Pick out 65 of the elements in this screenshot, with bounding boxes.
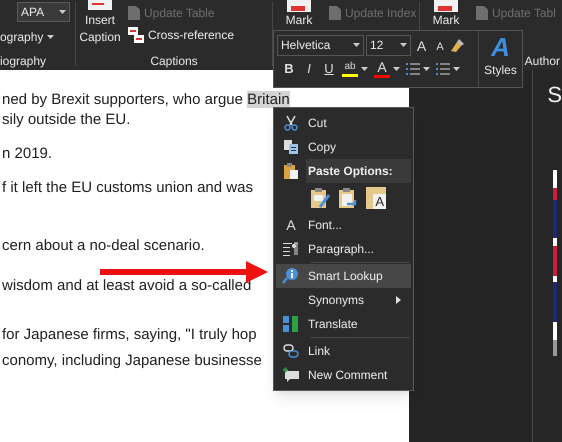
text-line: n 2019. (2, 144, 52, 164)
format-button[interactable]: I (302, 59, 316, 79)
menu-item[interactable]: New Comment (276, 363, 411, 387)
cross-reference-icon (127, 26, 145, 44)
numbering-icon[interactable] (436, 62, 450, 76)
ribbon-command[interactable]: Cross-reference (127, 24, 234, 46)
caret-icon (400, 43, 407, 47)
format-button[interactable]: B (282, 59, 296, 79)
link-icon (283, 343, 299, 359)
group-label: Author (524, 53, 561, 70)
menu-item[interactable]: Synonyms (276, 288, 411, 312)
comment-icon (282, 367, 300, 383)
copy-icon (283, 139, 299, 155)
menu-item[interactable]: A Font... (276, 213, 411, 237)
styles-button[interactable]: A Styles (478, 31, 522, 87)
text-line: f it left the EU customs union and was (2, 178, 253, 198)
menu-item[interactable]: Translate (276, 312, 411, 336)
mark-button[interactable]: Mark (273, 0, 325, 29)
font-field[interactable]: Helvetica (277, 34, 364, 56)
paste-merge-icon[interactable] (338, 187, 358, 209)
group-label: Captions (150, 53, 198, 70)
scissors-icon (283, 115, 299, 131)
style-dropdown[interactable]: APA (17, 2, 70, 22)
caption-icon (86, 0, 114, 10)
menu-item[interactable]: Copy (276, 135, 411, 159)
submenu-arrow-icon (396, 296, 401, 304)
brush-icon[interactable] (450, 38, 465, 52)
paste-text-only-button[interactable]: A (366, 187, 386, 209)
translate-icon (283, 315, 299, 333)
paste-formatting-icon[interactable] (310, 187, 330, 209)
bullets-icon[interactable] (406, 62, 420, 76)
pane-title: S (547, 82, 562, 108)
highlight-button[interactable]: ab (342, 62, 358, 76)
paragraph-icon (283, 242, 299, 256)
text-line: ned by Brexit supporters, who argue Britain (2, 90, 290, 110)
text-line: conomy, including Japanese businesse (2, 351, 262, 371)
bibliography-button[interactable]: ography (0, 28, 54, 46)
insert-caption-button[interactable]: Insert Caption (76, 0, 124, 50)
font-icon: A (286, 214, 296, 236)
format-button[interactable]: U (322, 59, 336, 79)
menu-item[interactable]: Smart Lookup (276, 264, 411, 288)
clipboard-icon (283, 162, 299, 180)
menu-item[interactable]: Cut (276, 111, 411, 135)
text-line: cern about a no-deal scenario. (2, 236, 205, 256)
text-line: sily outside the EU. (2, 110, 130, 130)
font-color-button[interactable]: A (374, 60, 390, 78)
paste-options-header: Paste Options: (306, 159, 411, 183)
magnifier-icon (282, 267, 300, 285)
menu-item[interactable]: Link (276, 339, 411, 363)
text-line: for Japanese firms, saying, "I truly hop (2, 325, 257, 345)
menu-item[interactable]: Paragraph... (276, 237, 411, 261)
mark-button[interactable]: Mark (420, 0, 472, 29)
caret-icon (353, 43, 360, 47)
document-icon (328, 5, 342, 21)
font-size-field[interactable]: 12 (366, 34, 411, 56)
text-line: wisdom and at least avoid a so-called (2, 276, 252, 296)
shrink-font-button[interactable]: A (432, 38, 448, 52)
document-icon (475, 5, 489, 21)
grow-font-button[interactable]: A (413, 37, 430, 53)
caret-icon (59, 10, 66, 14)
caret-icon (47, 35, 54, 39)
mark-entry-icon (432, 0, 460, 12)
document-icon (127, 5, 141, 21)
mark-entry-icon (285, 0, 313, 12)
group-label: iography (0, 53, 46, 70)
